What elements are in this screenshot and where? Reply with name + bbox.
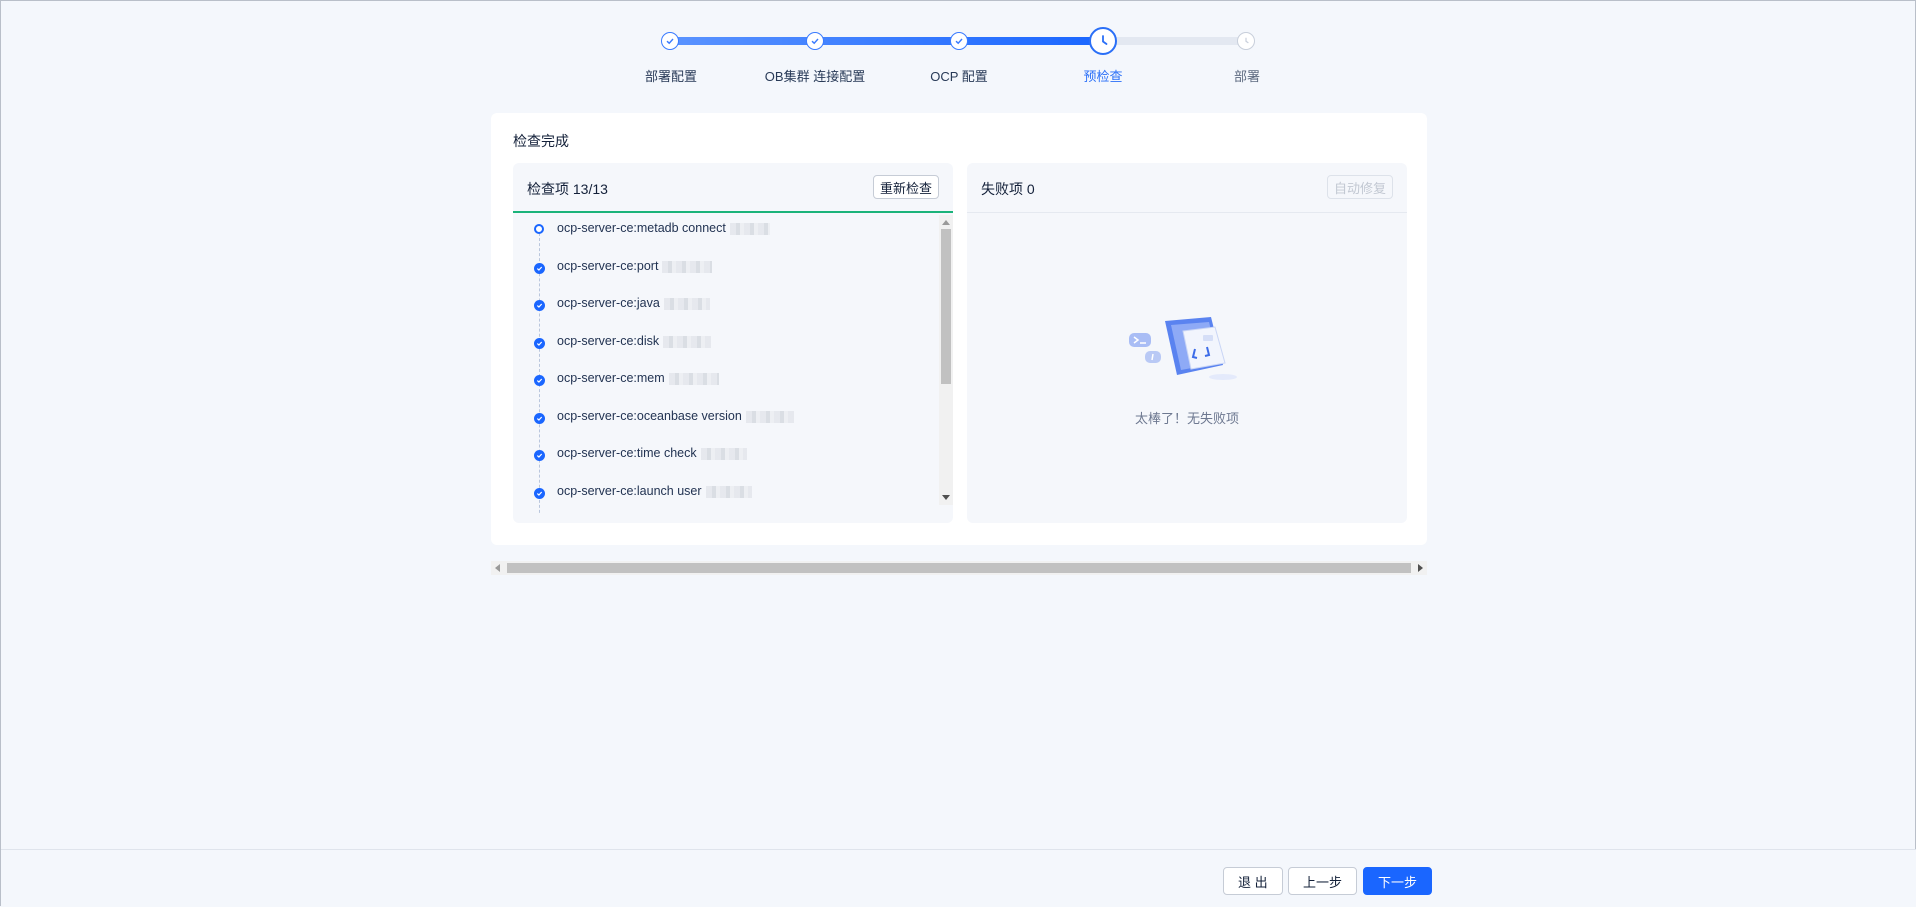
- item-label: ocp-server-ce:launch user: [557, 484, 702, 498]
- deploy-stepper: 部署配置 OB集群 连接配置 OCP 配置 预检查 部署: [1, 1, 1916, 101]
- step-2-check-icon: [806, 32, 824, 50]
- redacted-detail: [729, 222, 770, 235]
- next-step-button[interactable]: 下一步: [1363, 867, 1433, 895]
- failed-items-header: 失败项 0 自动修复: [967, 163, 1407, 213]
- empty-success-illustration-icon: [1129, 317, 1237, 380]
- scrollbar-thumb[interactable]: [941, 229, 951, 384]
- item-label: ocp-server-ce:oceanbase version: [557, 409, 742, 423]
- check-dot-icon: [534, 300, 545, 311]
- step-5-clock-icon: [1237, 32, 1255, 50]
- scroll-left-arrow-icon[interactable]: [495, 564, 500, 572]
- item-label: ocp-server-ce:metadb connect: [557, 221, 726, 235]
- running-dot-icon: [534, 224, 544, 234]
- redacted-detail: [663, 297, 710, 310]
- app-window: 部署配置 OB集群 连接配置 OCP 配置 预检查 部署 检查完成 检查项 13…: [0, 0, 1916, 907]
- redacted-detail: [745, 410, 794, 423]
- step-2-label: OB集群 连接配置: [764, 69, 866, 84]
- check-list-scrollbar[interactable]: [939, 215, 953, 505]
- check-items-panel: 检查项 13/13 重新检查 ocp-server-ce:metadb conn…: [513, 163, 953, 523]
- step-4-clock-icon: [1089, 27, 1117, 55]
- scroll-down-arrow-icon[interactable]: [942, 495, 950, 500]
- card-horizontal-scrollbar[interactable]: [491, 561, 1427, 575]
- check-dot-icon: [534, 338, 545, 349]
- check-items-title: 检查项 13/13: [527, 181, 608, 197]
- item-label: ocp-server-ce:port: [557, 259, 659, 273]
- step-1-label: 部署配置: [644, 69, 698, 84]
- list-item: ocp-server-ce:launch user: [513, 481, 933, 505]
- list-item: ocp-server-ce:port: [513, 256, 933, 280]
- list-item: ocp-server-ce:metadb connect: [513, 218, 933, 242]
- previous-step-button[interactable]: 上一步: [1288, 867, 1358, 895]
- check-dot-icon: [534, 450, 545, 461]
- item-label: ocp-server-ce:disk: [557, 334, 660, 348]
- step-3-check-icon: [950, 32, 968, 50]
- step-1-check-icon: [661, 32, 679, 50]
- scroll-right-arrow-icon[interactable]: [1418, 564, 1423, 572]
- list-item: ocp-server-ce:time check: [513, 443, 933, 467]
- scroll-up-arrow-icon[interactable]: [942, 220, 950, 225]
- step-4-label: 预检查: [1083, 69, 1123, 84]
- redacted-detail: [662, 260, 713, 273]
- redacted-detail: [668, 372, 719, 385]
- check-dot-icon: [534, 413, 545, 424]
- empty-state-text: 太棒了！无失败项: [1134, 411, 1239, 426]
- check-dot-icon: [534, 488, 545, 499]
- check-items-list[interactable]: ocp-server-ce:metadb connect ocp-server-…: [513, 215, 953, 515]
- list-item: ocp-server-ce:oceanbase version: [513, 406, 933, 430]
- check-items-header: 检查项 13/13 重新检查: [513, 163, 953, 213]
- footer-bar: 退 出 上一步 下一步: [1, 849, 1916, 907]
- exit-button[interactable]: 退 出: [1223, 867, 1283, 895]
- precheck-card: 检查完成 检查项 13/13 重新检查 ocp-server-ce:metadb…: [491, 113, 1427, 545]
- list-item: ocp-server-ce:mem: [513, 368, 933, 392]
- failed-items-panel: 失败项 0 自动修复 太棒了！无失败项: [967, 163, 1407, 523]
- list-item: ocp-server-ce:java: [513, 293, 933, 317]
- redacted-detail: [663, 335, 712, 348]
- item-label: ocp-server-ce:mem: [557, 371, 665, 385]
- stepper-progress: [670, 37, 1103, 45]
- card-title: 检查完成: [513, 133, 569, 149]
- step-5-label: 部署: [1233, 69, 1261, 84]
- failed-items-title: 失败项 0: [981, 181, 1035, 197]
- recheck-button[interactable]: 重新检查: [872, 175, 939, 199]
- auto-fix-button[interactable]: 自动修复: [1326, 175, 1393, 199]
- check-dot-icon: [534, 263, 545, 274]
- redacted-detail: [705, 485, 752, 498]
- list-item: ocp-server-ce:disk: [513, 331, 933, 355]
- hscrollbar-thumb[interactable]: [507, 563, 1411, 573]
- redacted-detail: [700, 447, 747, 460]
- item-label: ocp-server-ce:time check: [557, 446, 697, 460]
- step-3-label: OCP 配置: [930, 69, 988, 84]
- item-label: ocp-server-ce:java: [557, 296, 660, 310]
- check-dot-icon: [534, 375, 545, 386]
